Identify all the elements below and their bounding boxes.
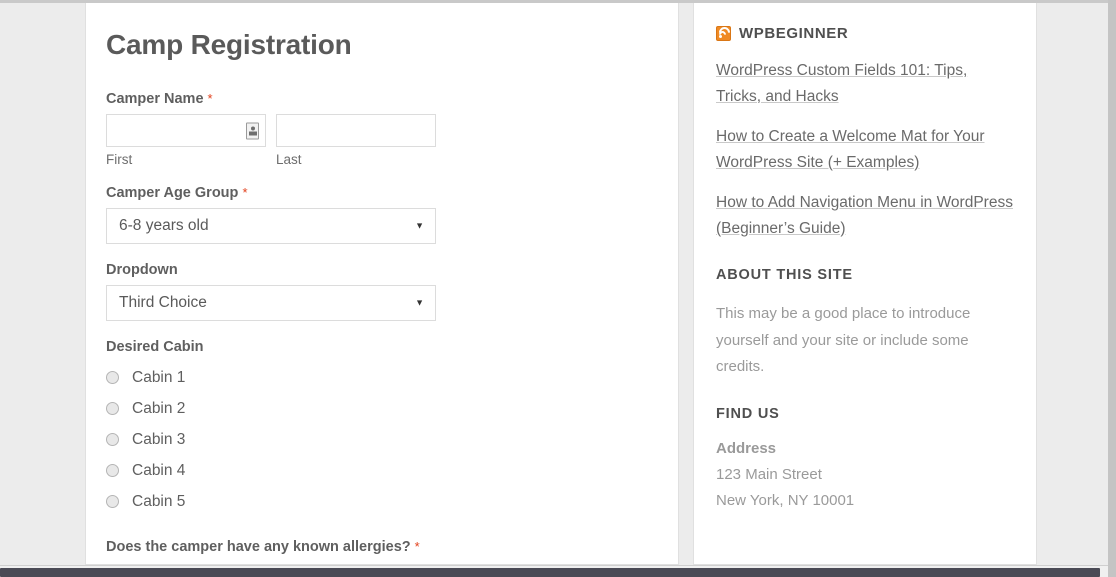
allergies-question-text: Does the camper have any known allergies… [106, 539, 411, 555]
address-label: Address [716, 440, 777, 458]
rss-icon [716, 24, 733, 41]
required-asterisk: * [414, 539, 420, 554]
cabin-radio-label: Cabin 1 [132, 368, 186, 386]
feed-link[interactable]: How to Add Navigation Menu in WordPress … [716, 194, 1013, 237]
age-group-selected-value: 6-8 years old [119, 217, 209, 234]
cabin-radio-label: Cabin 5 [132, 492, 186, 510]
feed-list-item: How to Add Navigation Menu in WordPress … [716, 190, 1014, 241]
last-name-input[interactable] [276, 114, 436, 147]
radio-button-icon[interactable] [106, 371, 119, 384]
contact-card-icon[interactable] [246, 122, 259, 139]
feed-widget-header: WPBEGINNER [716, 24, 1014, 42]
widget-find-us: FIND US Address 123 Main Street New York,… [716, 406, 1014, 515]
horizontal-scrollbar[interactable] [0, 565, 1108, 577]
field-dropdown: Dropdown Third Choice ▼ [106, 262, 678, 321]
last-name-input-wrap [276, 114, 436, 147]
horizontal-scrollbar-thumb[interactable] [0, 568, 1100, 577]
cabin-radio-row[interactable]: Cabin 1 [106, 362, 678, 393]
feed-list-item: WordPress Custom Fields 101: Tips, Trick… [716, 58, 1014, 109]
cabin-radio-label: Cabin 3 [132, 430, 186, 448]
feed-widget-title: WPBEGINNER [739, 25, 849, 42]
camp-registration-form-card: Camp Registration Camper Name * First La… [85, 3, 679, 565]
first-name-input-wrap [106, 114, 266, 147]
camper-name-label-text: Camper Name [106, 91, 204, 107]
cabin-radio-row[interactable]: Cabin 2 [106, 393, 678, 424]
feed-list-item: How to Create a Welcome Mat for Your Wor… [716, 124, 1014, 175]
cabin-radio-row[interactable]: Cabin 3 [106, 424, 678, 455]
first-name-input[interactable] [106, 114, 266, 147]
last-name-sublabel: Last [276, 152, 302, 167]
camper-last-name-column: Last [276, 114, 436, 167]
address-lines: 123 Main Street New York, NY 10001 [716, 462, 1014, 515]
radio-button-icon[interactable] [106, 433, 119, 446]
widget-about-this-site: ABOUT THIS SITE This may be a good place… [716, 267, 1014, 380]
generic-dropdown-select[interactable]: Third Choice ▼ [106, 285, 436, 321]
about-widget-text: This may be a good place to introduce yo… [716, 305, 971, 375]
cabin-radio-row[interactable]: Cabin 4 [106, 455, 678, 486]
camper-first-name-column: First [106, 114, 266, 167]
first-name-sublabel: First [106, 152, 133, 167]
about-widget-title: ABOUT THIS SITE [716, 267, 853, 284]
feed-link[interactable]: WordPress Custom Fields 101: Tips, Trick… [716, 62, 967, 105]
widget-wpbeginner-feed: WPBEGINNER WordPress Custom Fields 101: … [716, 24, 1014, 241]
desired-cabin-radio-group: Cabin 1 Cabin 2 Cabin 3 Cabin 4 Cabin 5 [106, 362, 678, 517]
age-group-label-text: Camper Age Group [106, 185, 239, 201]
address-line: New York, NY 10001 [716, 492, 855, 510]
age-group-select[interactable]: 6-8 years old ▼ [106, 208, 436, 244]
address-line: 123 Main Street [716, 466, 822, 484]
allergies-question-label: Does the camper have any known allergies… [106, 539, 678, 555]
radio-button-icon[interactable] [106, 464, 119, 477]
cabin-radio-label: Cabin 2 [132, 399, 186, 417]
find-us-widget-title: FIND US [716, 406, 780, 423]
sidebar-card: WPBEGINNER WordPress Custom Fields 101: … [693, 3, 1037, 565]
age-group-label: Camper Age Group * [106, 185, 678, 201]
field-desired-cabin: Desired Cabin Cabin 1 Cabin 2 Cabin 3 Cabin… [106, 339, 678, 517]
chevron-down-icon: ▼ [415, 297, 424, 308]
camper-name-label: Camper Name * [106, 91, 678, 107]
field-camper-name: Camper Name * First Last [106, 91, 678, 167]
feed-link[interactable]: How to Create a Welcome Mat for Your Wor… [716, 128, 985, 171]
required-asterisk: * [207, 91, 213, 106]
browser-viewport: Camp Registration Camper Name * First La… [0, 0, 1116, 577]
required-asterisk: * [242, 185, 248, 200]
desired-cabin-label: Desired Cabin [106, 339, 204, 355]
cabin-radio-row[interactable]: Cabin 5 [106, 486, 678, 517]
cabin-radio-label: Cabin 4 [132, 461, 186, 479]
camper-name-row: First Last [106, 114, 678, 167]
window-right-edge [1108, 0, 1116, 577]
feed-link-list: WordPress Custom Fields 101: Tips, Trick… [716, 58, 1014, 241]
page-title: Camp Registration [106, 29, 352, 60]
field-camper-age-group: Camper Age Group * 6-8 years old ▼ [106, 185, 678, 244]
dropdown-label: Dropdown [106, 262, 178, 278]
radio-button-icon[interactable] [106, 495, 119, 508]
chevron-down-icon: ▼ [415, 220, 424, 231]
dropdown-selected-value: Third Choice [119, 294, 207, 311]
radio-button-icon[interactable] [106, 402, 119, 415]
